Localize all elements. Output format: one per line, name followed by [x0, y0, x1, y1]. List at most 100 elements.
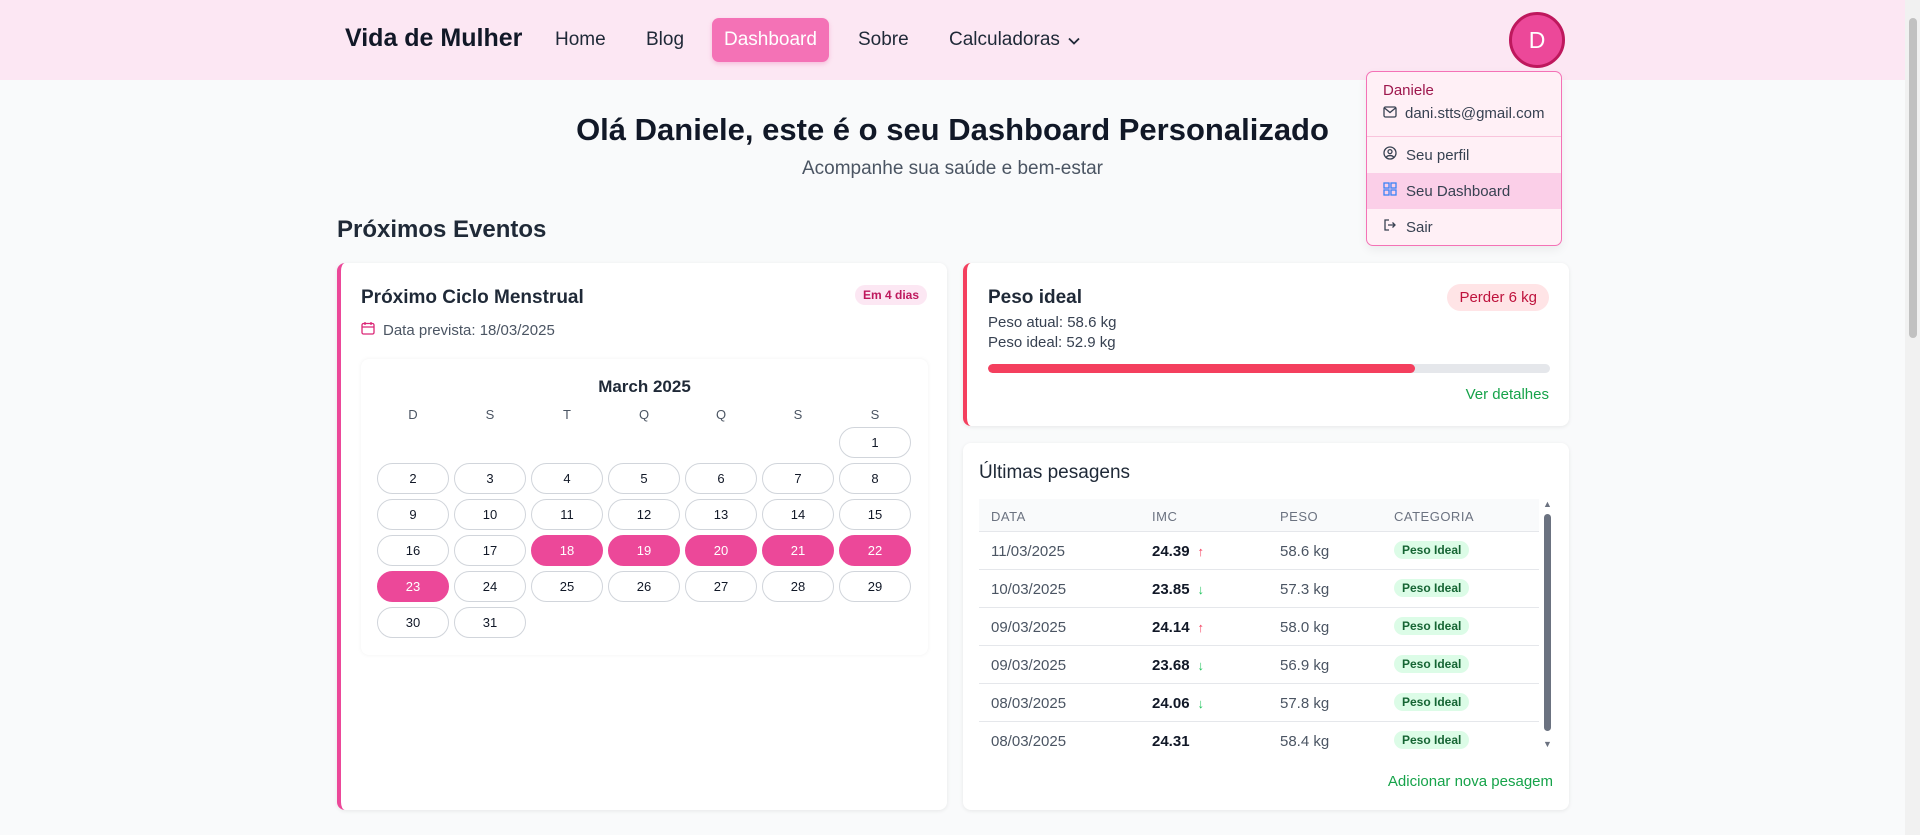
table-scrollbar[interactable]: ▲ ▼: [1542, 499, 1552, 751]
calendar-day-1[interactable]: 1: [839, 427, 911, 458]
calendar-day-20[interactable]: 20: [685, 535, 757, 566]
cell-date: 08/03/2025: [991, 695, 1067, 712]
category-badge: Peso Ideal: [1394, 655, 1470, 673]
category-badge: Peso Ideal: [1394, 693, 1470, 711]
calendar-day-7[interactable]: 7: [762, 463, 834, 494]
calendar-day-4[interactable]: 4: [531, 463, 603, 494]
view-details-link[interactable]: Ver detalhes: [1466, 386, 1549, 403]
cell-imc: 24.14 ↑: [1152, 619, 1204, 636]
calendar-day-10[interactable]: 10: [454, 499, 526, 530]
nav-blog[interactable]: Blog: [634, 18, 696, 62]
cell-imc: 24.06 ↓: [1152, 695, 1204, 712]
grid-icon: [1383, 182, 1397, 200]
calendar-month: March 2025: [598, 377, 691, 396]
calendar-icon: [361, 321, 375, 339]
cycle-title: Próximo Ciclo Menstrual: [361, 287, 584, 308]
scroll-down-icon[interactable]: ▼: [1543, 739, 1552, 749]
page-subtitle: Acompanhe sua saúde e bem-estar: [801, 158, 1103, 179]
weekday-label: T: [563, 407, 571, 422]
page-scrollbar[interactable]: [1905, 0, 1920, 835]
nav-calculadoras-label: Calculadoras: [949, 29, 1060, 51]
status-badge: Em 4 dias: [854, 285, 927, 305]
calendar-day-5[interactable]: 5: [608, 463, 680, 494]
user-menu-email: dani.stts@gmail.com: [1383, 105, 1544, 122]
scroll-thumb[interactable]: [1544, 514, 1551, 731]
nav-sobre[interactable]: Sobre: [846, 18, 921, 62]
calendar-day-18[interactable]: 18: [531, 535, 603, 566]
column-header-categoria: CATEGORIA: [1394, 509, 1475, 524]
calendar-day-2[interactable]: 2: [377, 463, 449, 494]
cell-imc-value: 24.39: [1152, 543, 1190, 560]
menstrual-cycle-card: Próximo Ciclo Menstrual Em 4 dias Data p…: [337, 263, 947, 810]
cell-peso: 57.3 kg: [1280, 581, 1330, 598]
cell-imc-value: 24.31: [1152, 733, 1190, 750]
cell-imc: 23.68 ↓: [1152, 657, 1204, 674]
calendar-day-17[interactable]: 17: [454, 535, 526, 566]
calendar-day-21[interactable]: 21: [762, 535, 834, 566]
trend-down-icon: ↓: [1197, 658, 1205, 673]
calendar-day-8[interactable]: 8: [839, 463, 911, 494]
cell-imc-value: 24.14: [1152, 619, 1190, 636]
add-weighing-link[interactable]: Adicionar nova pesagem: [1388, 773, 1553, 790]
table-row: 10/03/2025 23.85 ↓ 57.3 kg Peso Ideal: [979, 569, 1539, 607]
nav-dashboard[interactable]: Dashboard: [712, 18, 829, 62]
calendar-day-25[interactable]: 25: [531, 571, 603, 602]
weighings-table: DATA IMC PESO CATEGORIA 11/03/2025 24.39 ↑…: [979, 499, 1539, 752]
cell-imc: 23.85 ↓: [1152, 581, 1204, 598]
weighings-card: Últimas pesagens DATA IMC PESO CATEGORIA…: [963, 443, 1569, 810]
user-menu-dropdown: Daniele dani.stts@gmail.com Seu perfil S…: [1366, 71, 1562, 246]
menu-item-dashboard[interactable]: Seu Dashboard: [1367, 173, 1561, 209]
menu-item-logout[interactable]: Sair: [1367, 209, 1561, 245]
calendar-day-30[interactable]: 30: [377, 607, 449, 638]
category-badge: Peso Ideal: [1394, 579, 1470, 597]
page-scroll-thumb[interactable]: [1909, 18, 1917, 338]
brand-logo[interactable]: Vida de Mulher: [345, 24, 522, 53]
table-row: 08/03/2025 24.31 58.4 kg Peso Ideal: [979, 721, 1539, 752]
column-header-date: DATA: [991, 509, 1026, 524]
calendar-day-19[interactable]: 19: [608, 535, 680, 566]
column-header-imc: IMC: [1152, 509, 1178, 524]
weighings-title: Últimas pesagens: [979, 462, 1131, 483]
calendar-day-6[interactable]: 6: [685, 463, 757, 494]
cycle-date: Data prevista: 18/03/2025: [361, 321, 555, 339]
calendar-day-28[interactable]: 28: [762, 571, 834, 602]
calendar-day-14[interactable]: 14: [762, 499, 834, 530]
calendar-day-29[interactable]: 29: [839, 571, 911, 602]
cell-peso: 58.0 kg: [1280, 619, 1330, 636]
weight-progress-bar: [988, 364, 1550, 373]
trend-down-icon: ↓: [1197, 582, 1205, 597]
scroll-up-icon[interactable]: ▲: [1543, 499, 1552, 509]
category-badge: Peso Ideal: [1394, 731, 1470, 749]
calendar-day-15[interactable]: 15: [839, 499, 911, 530]
weight-title: Peso ideal: [988, 287, 1082, 308]
cell-peso: 58.4 kg: [1280, 733, 1330, 750]
calendar-day-16[interactable]: 16: [377, 535, 449, 566]
calendar: March 2025 D S T Q Q S S 1 2 3 4 5 6 7 8 9 10 11 12 13 14 15 1…: [361, 359, 928, 655]
nav-calculadoras[interactable]: Calculadoras: [937, 18, 1092, 62]
calendar-day-23[interactable]: 23: [377, 571, 449, 602]
calendar-day-3[interactable]: 3: [454, 463, 526, 494]
cell-imc: 24.31: [1152, 733, 1190, 750]
calendar-day-26[interactable]: 26: [608, 571, 680, 602]
calendar-day-11[interactable]: 11: [531, 499, 603, 530]
menu-item-profile[interactable]: Seu perfil: [1367, 137, 1561, 173]
calendar-day-13[interactable]: 13: [685, 499, 757, 530]
trend-up-icon: ↑: [1197, 544, 1205, 559]
calendar-day-12[interactable]: 12: [608, 499, 680, 530]
table-row: 09/03/2025 24.14 ↑ 58.0 kg Peso Ideal: [979, 607, 1539, 645]
mail-icon: [1383, 105, 1397, 122]
calendar-day-24[interactable]: 24: [454, 571, 526, 602]
category-badge: Peso Ideal: [1394, 541, 1470, 559]
calendar-day-9[interactable]: 9: [377, 499, 449, 530]
weight-progress-fill: [988, 364, 1416, 373]
nav-home[interactable]: Home: [543, 18, 618, 62]
ideal-weight: Peso ideal: 52.9 kg: [988, 334, 1116, 351]
avatar[interactable]: D: [1509, 12, 1565, 68]
weekday-label: S: [793, 407, 803, 422]
weekday-label: Q: [638, 407, 650, 422]
cell-date: 10/03/2025: [991, 581, 1067, 598]
calendar-day-31[interactable]: 31: [454, 607, 526, 638]
calendar-day-27[interactable]: 27: [685, 571, 757, 602]
calendar-day-22[interactable]: 22: [839, 535, 911, 566]
cell-peso: 58.6 kg: [1280, 543, 1330, 560]
